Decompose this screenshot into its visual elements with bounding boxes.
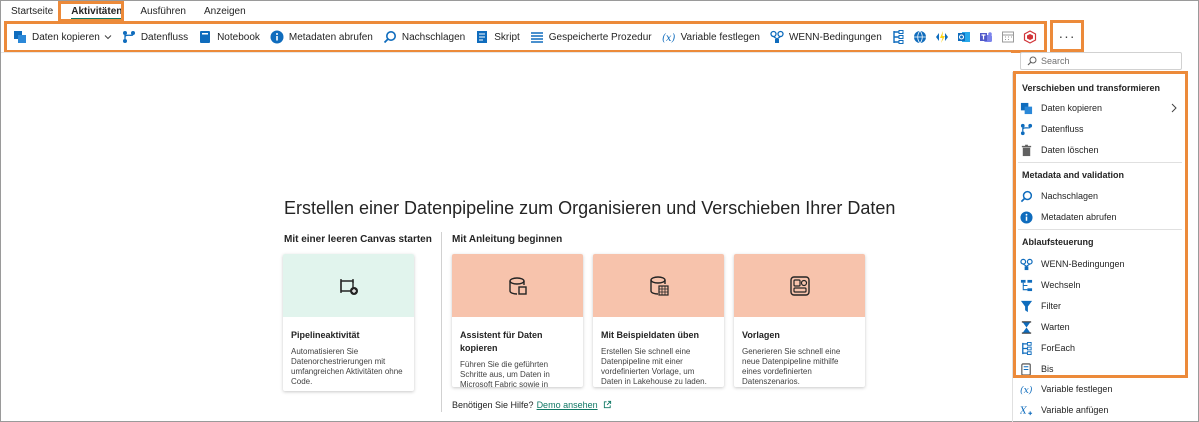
highlight-box-toolbar <box>4 21 1047 53</box>
search-icon <box>1027 56 1037 66</box>
svg-text:X: X <box>1020 405 1027 416</box>
card-description: Automatisieren Sie Datenorchestrierungen… <box>291 347 403 386</box>
watch-demo-link[interactable]: Demo ansehen <box>537 400 598 410</box>
ribbon-tabs: Startseite Aktivitäten Ausführen Anzeige… <box>2 0 255 22</box>
section-label-guided: Mit Anleitung beginnen <box>452 234 563 245</box>
search-input[interactable]: Search <box>1020 52 1182 70</box>
card-description: Führen Sie die geführten Schritte aus, u… <box>460 360 550 387</box>
card-banner <box>452 254 583 317</box>
panel-item-append-variable[interactable]: X Variable anfügen <box>1020 401 1180 419</box>
card-sample-data[interactable]: Mit Beispieldaten üben Erstellen Sie sch… <box>593 254 724 387</box>
help-text: Benötigen Sie Hilfe? <box>452 400 534 410</box>
append-variable-icon: X <box>1020 405 1033 416</box>
tab-label: Ausführen <box>140 6 186 17</box>
card-title: Vorlagen <box>742 330 780 340</box>
card-banner <box>283 254 414 317</box>
card-title: Assistent für Daten kopieren <box>460 330 543 353</box>
search-placeholder: Search <box>1041 56 1070 66</box>
section-divider <box>441 232 442 412</box>
card-description: Erstellen Sie schnell eine Datenpipeline… <box>601 347 707 386</box>
page-title: Erstellen einer Datenpipeline zum Organi… <box>284 198 896 218</box>
panel-item-set-variable[interactable]: (x) Variable festlegen <box>1020 380 1180 398</box>
card-pipeline-activity[interactable]: Pipelineaktivität Automatisieren Sie Dat… <box>283 254 414 391</box>
section-label-blank-canvas: Mit einer leeren Canvas starten <box>284 234 432 245</box>
panel-item-label: Variable anfügen <box>1041 405 1109 415</box>
highlight-box-more <box>1050 20 1084 52</box>
panel-item-label: Variable festlegen <box>1041 384 1113 394</box>
card-title: Mit Beispieldaten üben <box>601 330 700 340</box>
tab-ausfuehren[interactable]: Ausführen <box>131 0 195 22</box>
toolbar-divider <box>1 52 1011 53</box>
tab-anzeigen[interactable]: Anzeigen <box>195 0 255 22</box>
tab-startseite[interactable]: Startseite <box>2 0 62 22</box>
card-banner <box>593 254 724 317</box>
pipeline-activity-icon <box>339 278 358 295</box>
external-link-icon <box>604 400 612 409</box>
tab-label: Startseite <box>11 6 54 17</box>
variable-icon: (x) <box>1020 385 1033 396</box>
help-row: Benötigen Sie Hilfe? Demo ansehen <box>452 400 612 410</box>
card-templates[interactable]: Vorlagen Generieren Sie schnell eine neu… <box>734 254 865 387</box>
templates-icon <box>789 275 810 296</box>
card-description: Generieren Sie schnell eine neue Datenpi… <box>742 347 841 386</box>
tab-label: Anzeigen <box>203 6 246 17</box>
card-banner <box>734 254 865 317</box>
copy-assistant-icon <box>508 276 527 295</box>
highlight-box-tab <box>58 1 124 22</box>
sample-data-icon <box>649 275 669 296</box>
highlight-box-panel <box>1013 71 1188 378</box>
card-title: Pipelineaktivität <box>291 330 360 340</box>
card-copy-assistant[interactable]: Assistent für Daten kopieren Führen Sie … <box>452 254 583 387</box>
svg-text:(x): (x) <box>1020 385 1033 396</box>
